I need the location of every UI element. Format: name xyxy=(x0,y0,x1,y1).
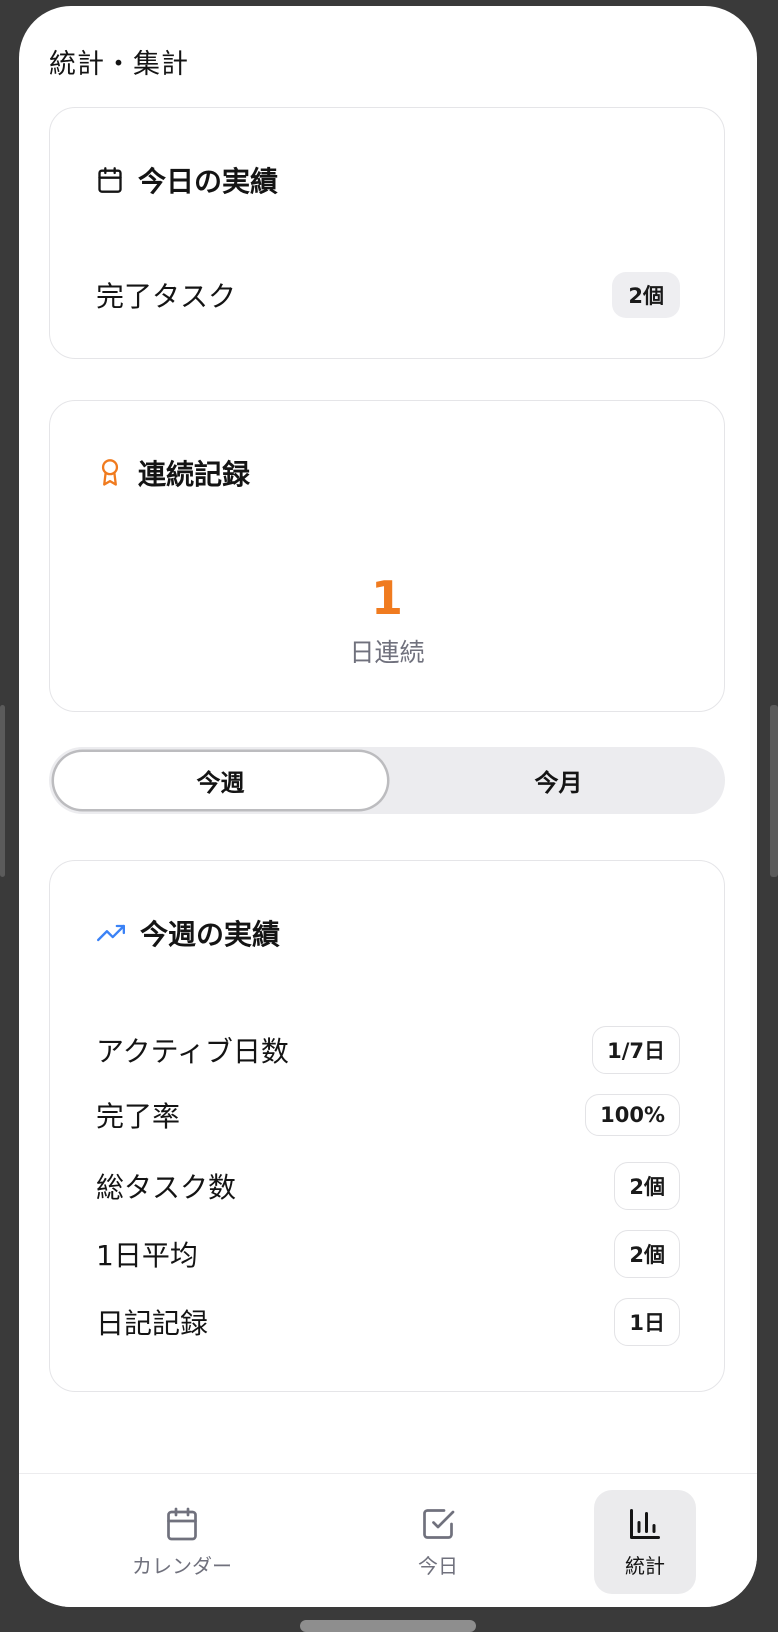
calendar-icon xyxy=(96,166,124,194)
trending-up-icon xyxy=(96,919,126,947)
stat-label: 総タスク数 xyxy=(96,1171,237,1204)
stat-row-total-tasks: 総タスク数 2個 xyxy=(96,1162,680,1210)
app-screen: 統計・集計 今日の実績 完了タスク 2個 連続記録 1 日連続 今週 今月 今週… xyxy=(19,6,757,1607)
stat-label: 1日平均 xyxy=(96,1239,198,1272)
week-stats-card: 今週の実績 アクティブ日数 1/7日 完了率 100% 総タスク数 2個 1日平… xyxy=(49,860,725,1392)
bar-chart-icon xyxy=(627,1506,663,1542)
side-button-left xyxy=(0,705,5,877)
period-toggle: 今週 今月 xyxy=(49,747,725,814)
week-card-header: 今週の実績 xyxy=(96,913,280,953)
tab-today-label: 今日 xyxy=(418,1553,458,1578)
home-indicator[interactable] xyxy=(300,1620,476,1632)
tab-today[interactable]: 今日 xyxy=(387,1490,489,1594)
stat-badge: 2個 xyxy=(614,1230,680,1278)
stat-badge: 1日 xyxy=(614,1298,680,1346)
today-card-header: 今日の実績 xyxy=(96,160,278,200)
page-title: 統計・集計 xyxy=(49,49,189,80)
completed-tasks-label: 完了タスク xyxy=(96,280,237,313)
week-card-title: 今週の実績 xyxy=(140,918,281,951)
streak-card-header: 連続記録 xyxy=(96,453,250,493)
today-card: 今日の実績 完了タスク 2個 xyxy=(49,107,725,359)
stat-row-completion-rate: 完了率 100% xyxy=(96,1094,680,1136)
bottom-tab-bar: カレンダー 今日 統計 xyxy=(19,1473,757,1607)
stat-badge: 100% xyxy=(585,1094,680,1136)
completed-tasks-row: 完了タスク 2個 xyxy=(96,272,680,318)
toggle-this-month[interactable]: 今月 xyxy=(392,747,725,814)
stat-row-diary-entries: 日記記録 1日 xyxy=(96,1298,680,1346)
side-button-right xyxy=(770,705,778,877)
tab-calendar-label: カレンダー xyxy=(132,1553,232,1578)
stat-label: 完了率 xyxy=(96,1100,181,1133)
tab-stats-label: 統計 xyxy=(625,1553,665,1578)
checkbox-icon xyxy=(420,1506,456,1542)
toggle-this-week[interactable]: 今週 xyxy=(54,752,387,809)
streak-card-title: 連続記録 xyxy=(138,458,251,491)
streak-count: 1 xyxy=(370,571,403,625)
today-card-title: 今日の実績 xyxy=(138,165,279,198)
stat-badge: 1/7日 xyxy=(592,1026,680,1074)
streak-card: 連続記録 1 日連続 xyxy=(49,400,725,712)
completed-tasks-badge: 2個 xyxy=(612,272,680,318)
stat-badge: 2個 xyxy=(614,1162,680,1210)
tab-stats[interactable]: 統計 xyxy=(594,1490,696,1594)
stat-row-daily-average: 1日平均 2個 xyxy=(96,1230,680,1278)
stat-label: アクティブ日数 xyxy=(96,1035,289,1068)
calendar-icon xyxy=(164,1506,200,1542)
tab-calendar[interactable]: カレンダー xyxy=(131,1490,233,1594)
stat-label: 日記記録 xyxy=(96,1307,209,1340)
award-icon xyxy=(96,458,124,488)
streak-unit: 日連続 xyxy=(349,638,425,667)
stat-row-active-days: アクティブ日数 1/7日 xyxy=(96,1026,680,1074)
